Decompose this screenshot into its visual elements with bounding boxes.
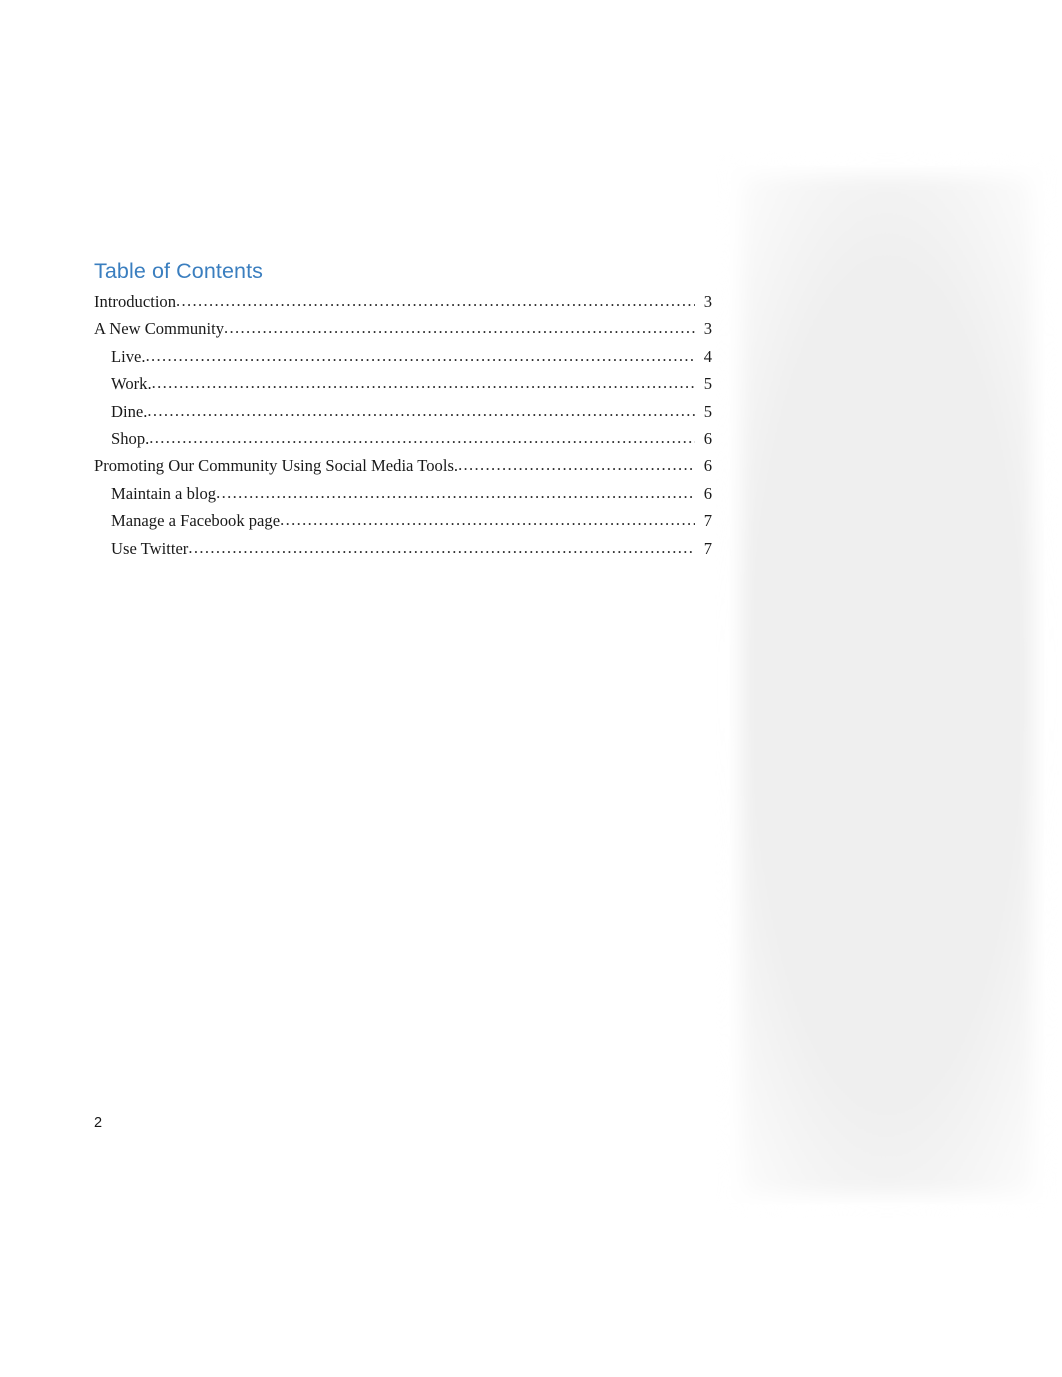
page-title: Table of Contents bbox=[94, 259, 264, 283]
toc-entry[interactable]: Live. 4 bbox=[94, 347, 712, 374]
toc-entry[interactable]: Manage a Facebook page 7 bbox=[94, 511, 712, 538]
toc-leader-dots bbox=[146, 346, 695, 366]
toc-leader-dots bbox=[152, 373, 695, 393]
toc-entry-page: 4 bbox=[703, 346, 712, 366]
toc-entry-page: 5 bbox=[703, 374, 712, 394]
toc-entry-label: Manage a Facebook page bbox=[111, 511, 281, 531]
toc-entry[interactable]: Work. 5 bbox=[94, 374, 712, 401]
toc-entry-page: 7 bbox=[703, 538, 712, 558]
toc-entry[interactable]: Shop. 6 bbox=[94, 429, 712, 456]
toc-entry-label: Maintain a blog bbox=[111, 483, 217, 503]
toc-entry-label: Promoting Our Community Using Social Med… bbox=[94, 456, 459, 476]
toc-entry-label: Shop. bbox=[111, 428, 150, 448]
toc-leader-dots bbox=[149, 428, 695, 448]
toc-entry-page: 7 bbox=[703, 511, 712, 531]
toc-leader-dots bbox=[458, 455, 695, 475]
toc-entry[interactable]: Dine. 5 bbox=[94, 402, 712, 429]
table-of-contents: Introduction 3 A New Community 3 Live. 4… bbox=[94, 292, 712, 566]
toc-entry-page: 5 bbox=[703, 401, 712, 421]
toc-entry-label: Dine. bbox=[111, 401, 148, 421]
toc-entry-label: Use Twitter bbox=[111, 538, 189, 558]
toc-leader-dots bbox=[147, 401, 695, 421]
toc-leader-dots bbox=[280, 510, 695, 530]
toc-entry-page: 6 bbox=[703, 483, 712, 503]
page-footer-number: 2 bbox=[94, 1115, 103, 1131]
toc-entry[interactable]: Maintain a blog 6 bbox=[94, 484, 712, 511]
toc-entry-page: 3 bbox=[703, 292, 712, 311]
document-page: Table of Contents Introduction 3 A New C… bbox=[0, 0, 1062, 1377]
toc-leader-dots bbox=[216, 483, 695, 503]
toc-entry-page: 6 bbox=[703, 428, 712, 448]
toc-entry-label: Live. bbox=[111, 346, 146, 366]
toc-entry[interactable]: A New Community 3 bbox=[94, 319, 712, 346]
toc-entry-page: 3 bbox=[703, 319, 712, 339]
toc-entry[interactable]: Introduction 3 bbox=[94, 292, 712, 319]
toc-entry-page: 6 bbox=[703, 456, 712, 476]
toc-leader-dots bbox=[224, 318, 695, 338]
toc-entry[interactable]: Use Twitter 7 bbox=[94, 539, 712, 566]
toc-entry-label: Introduction bbox=[94, 292, 177, 311]
toc-entry[interactable]: Promoting Our Community Using Social Med… bbox=[94, 456, 712, 483]
toc-leader-dots bbox=[176, 291, 695, 311]
toc-entry-label: A New Community bbox=[94, 319, 224, 339]
toc-entry-label: Work. bbox=[111, 374, 152, 394]
toc-leader-dots bbox=[188, 538, 695, 558]
